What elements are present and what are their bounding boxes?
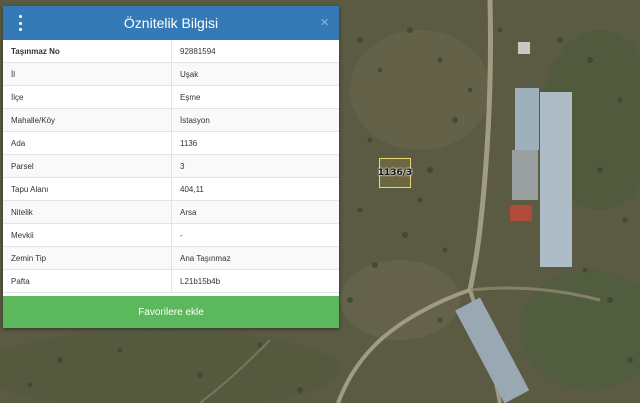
attribute-key: Mahalle/Köy [3, 108, 172, 132]
attribute-key: Nitelik [3, 200, 172, 224]
attribute-value: Ana Taşınmaz [171, 246, 339, 270]
attribute-key: Tapu Alanı [3, 177, 172, 201]
close-icon[interactable]: × [320, 14, 329, 32]
attribute-key: Mevkii [3, 223, 172, 247]
attribute-info-panel: Öznitelik Bilgisi × Taşınmaz No 92881594… [3, 6, 339, 328]
panel-title: Öznitelik Bilgisi [123, 15, 219, 31]
attribute-key: İl [3, 62, 172, 86]
table-row: Taşınmaz No 92881594 [3, 40, 339, 63]
attribute-value: 404,11 [171, 177, 339, 201]
table-row: Ada 1136 [3, 131, 339, 155]
attribute-value: L21b15b4b [171, 269, 339, 293]
table-row: Mevkii - [3, 223, 339, 247]
attribute-value: Arsa [171, 200, 339, 224]
attribute-value: - [171, 223, 339, 247]
attribute-value: İstasyon [171, 108, 339, 132]
attribute-key: Zemin Tip [3, 246, 172, 270]
table-row: Tapu Alanı 404,11 [3, 177, 339, 201]
table-row: Nitelik Arsa [3, 200, 339, 224]
panel-header: Öznitelik Bilgisi × [3, 6, 339, 40]
attribute-value: 92881594 [171, 40, 339, 63]
attribute-value: Eşme [171, 85, 339, 109]
table-row: Mahalle/Köy İstasyon [3, 108, 339, 132]
parcel-label[interactable]: 1136/3 [378, 158, 412, 188]
attribute-key: Taşınmaz No [3, 40, 172, 63]
table-row: İl Uşak [3, 62, 339, 86]
table-row: Zemin Tip Ana Taşınmaz [3, 246, 339, 270]
attribute-value: Uşak [171, 62, 339, 86]
attribute-key: İlçe [3, 85, 172, 109]
attribute-key: Parsel [3, 154, 172, 178]
attribute-key: Pafta [3, 269, 172, 293]
add-to-favorites-button[interactable]: Favorilere ekle [3, 296, 339, 328]
table-row: Pafta L21b15b4b [3, 269, 339, 293]
table-row: Parsel 3 [3, 154, 339, 178]
attribute-table: Taşınmaz No 92881594 İl Uşak İlçe Eşme M… [3, 40, 339, 293]
attribute-value: 3 [171, 154, 339, 178]
vertical-dots-icon[interactable] [17, 15, 23, 31]
attribute-value: 1136 [171, 131, 339, 155]
table-row: İlçe Eşme [3, 85, 339, 109]
attribute-key: Ada [3, 131, 172, 155]
